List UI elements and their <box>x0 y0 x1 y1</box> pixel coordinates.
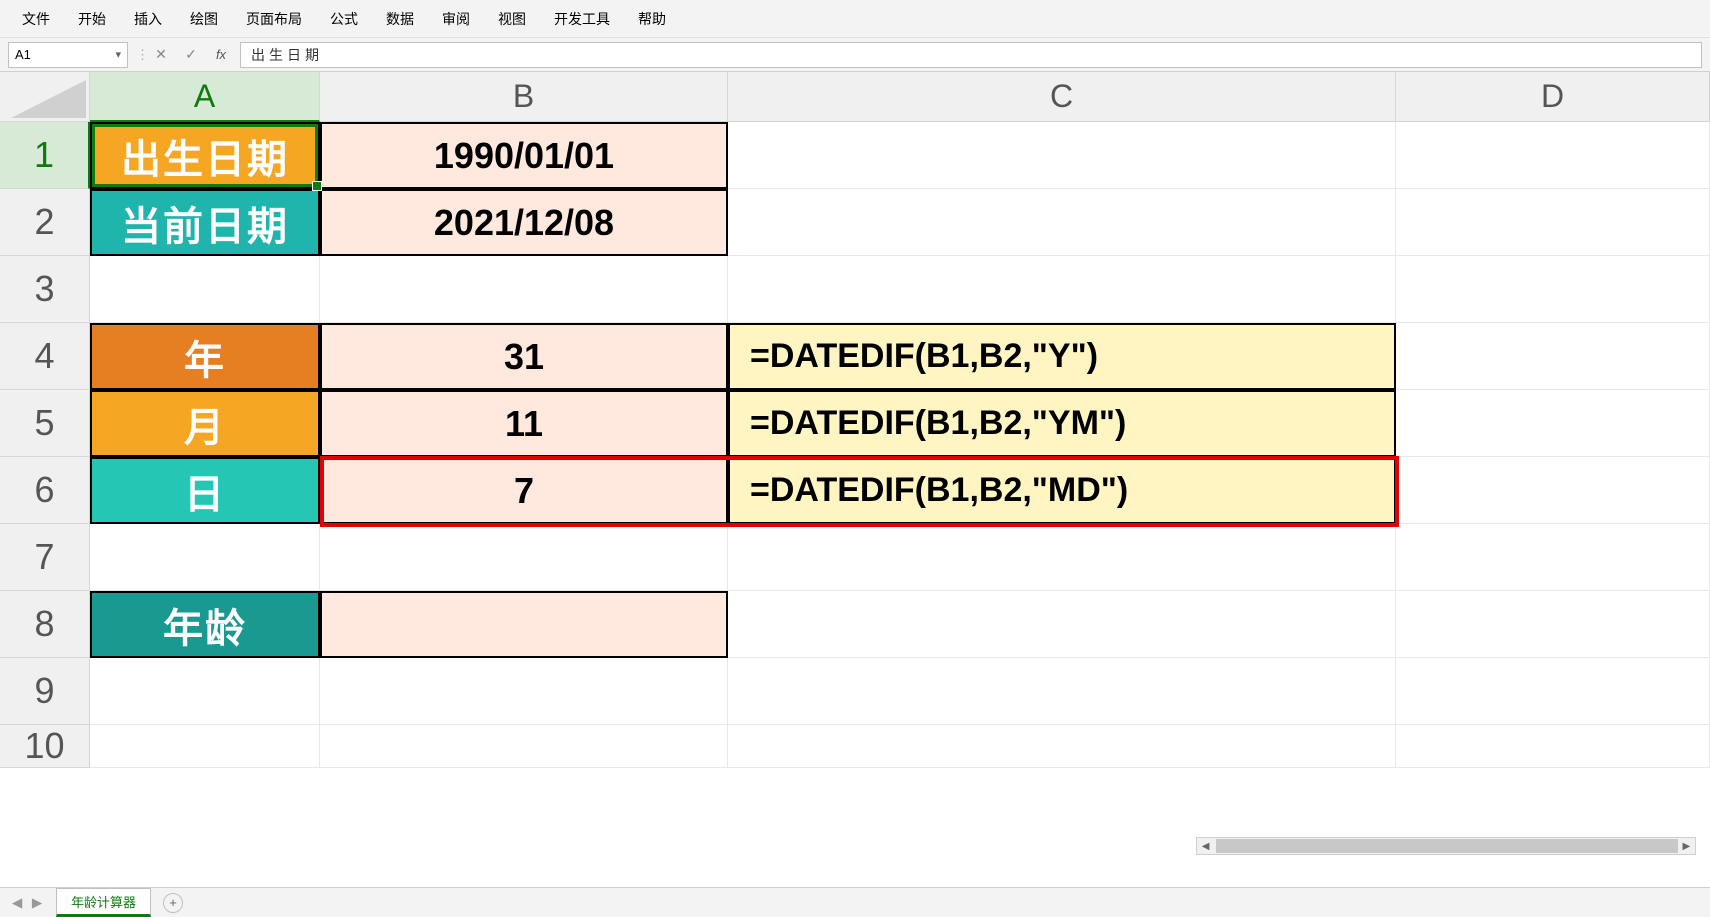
row-header-2[interactable]: 2 <box>0 189 90 256</box>
fx-icon[interactable]: fx <box>210 44 232 66</box>
cell-B2[interactable]: 2021/12/08 <box>320 189 728 256</box>
grid: A B C D 1 出生日期 1990/01/01 2 当前日期 2021/12… <box>0 72 1710 768</box>
chevron-down-icon: ▾ <box>115 48 121 61</box>
cell-C10[interactable] <box>728 725 1396 768</box>
row-header-4[interactable]: 4 <box>0 323 90 390</box>
cell-D4[interactable] <box>1396 323 1710 390</box>
cell-B9[interactable] <box>320 658 728 725</box>
cancel-formula-icon[interactable]: ✕ <box>150 44 172 66</box>
cell-D8[interactable] <box>1396 591 1710 658</box>
separator: ⋮ <box>136 47 142 63</box>
cell-D5[interactable] <box>1396 390 1710 457</box>
cell-B3[interactable] <box>320 256 728 323</box>
row-header-5[interactable]: 5 <box>0 390 90 457</box>
sheet-tab-bar: ◀ ▶ 年龄计算器 + <box>0 887 1710 917</box>
scrollbar-thumb[interactable] <box>1216 839 1677 853</box>
grid-area: A B C D 1 出生日期 1990/01/01 2 当前日期 2021/12… <box>0 72 1710 887</box>
sheet-prev-icon[interactable]: ◀ <box>8 894 26 912</box>
cell-A10[interactable] <box>90 725 320 768</box>
cell-A5[interactable]: 月 <box>90 390 320 457</box>
scroll-left-icon[interactable]: ◀ <box>1197 838 1214 854</box>
name-box-value: A1 <box>15 47 31 62</box>
cell-C6[interactable]: =DATEDIF(B1,B2,"MD") <box>728 457 1396 524</box>
row-header-3[interactable]: 3 <box>0 256 90 323</box>
tab-devtools[interactable]: 开发工具 <box>540 0 624 38</box>
cell-C4[interactable]: =DATEDIF(B1,B2,"Y") <box>728 323 1396 390</box>
cell-B5[interactable]: 11 <box>320 390 728 457</box>
cell-C1[interactable] <box>728 122 1396 189</box>
cell-C2[interactable] <box>728 189 1396 256</box>
tab-home[interactable]: 开始 <box>64 0 120 38</box>
accept-formula-icon[interactable]: ✓ <box>180 44 202 66</box>
tab-help[interactable]: 帮助 <box>624 0 680 38</box>
cell-C3[interactable] <box>728 256 1396 323</box>
cell-B4[interactable]: 31 <box>320 323 728 390</box>
cell-D10[interactable] <box>1396 725 1710 768</box>
row-header-10[interactable]: 10 <box>0 725 90 768</box>
tab-draw[interactable]: 绘图 <box>176 0 232 38</box>
scroll-right-icon[interactable]: ▶ <box>1678 838 1695 854</box>
cell-B8[interactable] <box>320 591 728 658</box>
tab-insert[interactable]: 插入 <box>120 0 176 38</box>
cell-D3[interactable] <box>1396 256 1710 323</box>
cell-D1[interactable] <box>1396 122 1710 189</box>
ribbon-tabs: 文件 开始 插入 绘图 页面布局 公式 数据 审阅 视图 开发工具 帮助 <box>0 0 1710 38</box>
cell-C7[interactable] <box>728 524 1396 591</box>
cell-C9[interactable] <box>728 658 1396 725</box>
tab-view[interactable]: 视图 <box>484 0 540 38</box>
select-all-corner[interactable] <box>0 72 90 122</box>
formula-input[interactable]: 出生日期 <box>240 42 1702 68</box>
cell-D6[interactable] <box>1396 457 1710 524</box>
horizontal-scrollbar[interactable]: ◀ ▶ <box>1196 837 1696 855</box>
row-header-6[interactable]: 6 <box>0 457 90 524</box>
name-box[interactable]: A1 ▾ <box>8 42 128 68</box>
tab-data[interactable]: 数据 <box>372 0 428 38</box>
cell-B7[interactable] <box>320 524 728 591</box>
col-header-D[interactable]: D <box>1396 72 1710 122</box>
tab-formulas[interactable]: 公式 <box>316 0 372 38</box>
col-header-C[interactable]: C <box>728 72 1396 122</box>
cell-C8[interactable] <box>728 591 1396 658</box>
sheet-tab-active[interactable]: 年龄计算器 <box>56 888 151 917</box>
row-header-9[interactable]: 9 <box>0 658 90 725</box>
col-header-B[interactable]: B <box>320 72 728 122</box>
formula-bar: A1 ▾ ⋮ ✕ ✓ fx 出生日期 <box>0 38 1710 72</box>
tab-review[interactable]: 审阅 <box>428 0 484 38</box>
cell-D9[interactable] <box>1396 658 1710 725</box>
add-sheet-button[interactable]: + <box>163 893 183 913</box>
cell-B1[interactable]: 1990/01/01 <box>320 122 728 189</box>
sheet-nav: ◀ ▶ <box>8 894 46 912</box>
cell-A2[interactable]: 当前日期 <box>90 189 320 256</box>
cell-A6[interactable]: 日 <box>90 457 320 524</box>
col-header-A[interactable]: A <box>90 72 320 122</box>
cell-A1[interactable]: 出生日期 <box>90 122 320 189</box>
cell-A8[interactable]: 年龄 <box>90 591 320 658</box>
tab-layout[interactable]: 页面布局 <box>232 0 316 38</box>
cell-A7[interactable] <box>90 524 320 591</box>
cell-D7[interactable] <box>1396 524 1710 591</box>
row-header-1[interactable]: 1 <box>0 122 90 189</box>
cell-A9[interactable] <box>90 658 320 725</box>
row-header-8[interactable]: 8 <box>0 591 90 658</box>
cell-D2[interactable] <box>1396 189 1710 256</box>
row-header-7[interactable]: 7 <box>0 524 90 591</box>
formula-input-value: 出生日期 <box>251 45 323 65</box>
spreadsheet-app: 文件 开始 插入 绘图 页面布局 公式 数据 审阅 视图 开发工具 帮助 A1 … <box>0 0 1710 917</box>
sheet-next-icon[interactable]: ▶ <box>28 894 46 912</box>
cell-A3[interactable] <box>90 256 320 323</box>
tab-file[interactable]: 文件 <box>8 0 64 38</box>
cell-B10[interactable] <box>320 725 728 768</box>
cell-C5[interactable]: =DATEDIF(B1,B2,"YM") <box>728 390 1396 457</box>
cell-B6[interactable]: 7 <box>320 457 728 524</box>
cell-A4[interactable]: 年 <box>90 323 320 390</box>
